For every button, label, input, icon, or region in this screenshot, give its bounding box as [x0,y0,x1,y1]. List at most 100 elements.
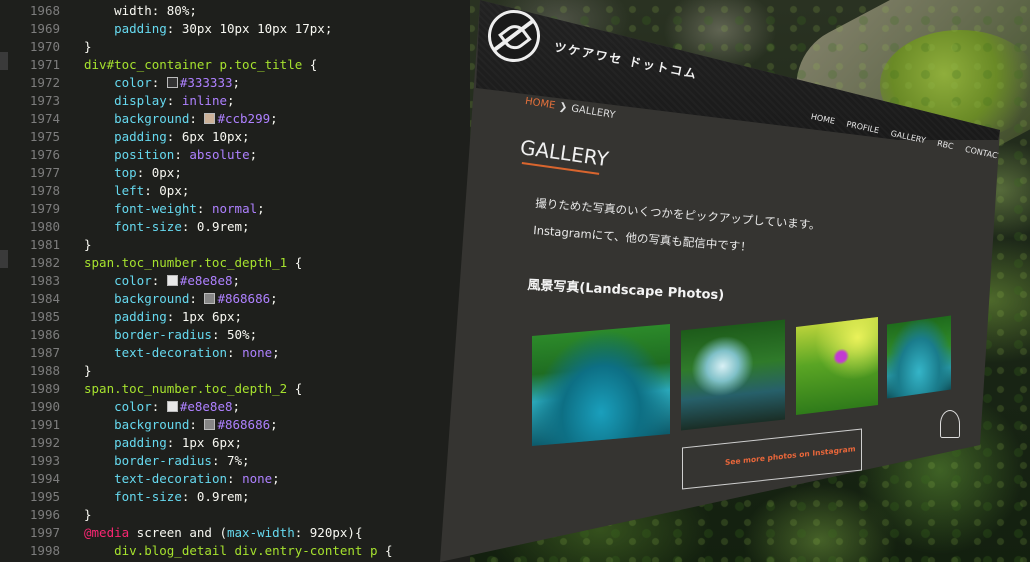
code-text: span.toc_number.toc_depth_1 { [84,254,302,272]
code-line[interactable]: 1994 text-decoration: none; [0,470,470,488]
code-line[interactable]: 1968 width: 80%; [0,2,470,20]
code-line[interactable]: 1976 position: absolute; [0,146,470,164]
code-line[interactable]: 1973 display: inline; [0,92,470,110]
code-token: max-width [227,525,295,540]
code-token: : [166,93,182,108]
code-token: color [114,273,152,288]
line-number: 1986 [29,327,60,342]
code-line[interactable]: 1982 span.toc_number.toc_depth_1 { [0,254,470,272]
code-line[interactable]: 1984 background: #868686; [0,290,470,308]
code-token: : 30px 10px 10px 17px; [166,21,333,36]
code-text: font-size: 0.9rem; [84,488,249,506]
code-text: padding: 1px 6px; [84,308,242,326]
line-number: 1988 [29,363,60,378]
gallery-photo-flower[interactable] [796,316,878,416]
code-line[interactable]: 1981} [0,236,470,254]
code-token: left [114,183,145,198]
code-token: #333333 [179,75,233,90]
gallery-photo-waterfall[interactable] [532,323,670,447]
code-line[interactable]: 1993 border-radius: 7%; [0,452,470,470]
line-number: 1972 [29,75,60,90]
code-line[interactable]: 1980 font-size: 0.9rem; [0,218,470,236]
code-line[interactable]: 1978 left: 0px; [0,182,470,200]
code-text: top: 0px; [84,164,182,182]
code-token: text-decoration [114,345,227,360]
code-line[interactable]: 1975 padding: 6px 10px; [0,128,470,146]
code-token: ; [249,147,258,162]
code-line[interactable]: 1977 top: 0px; [0,164,470,182]
code-line[interactable]: 1970} [0,38,470,56]
gallery-photo-river[interactable] [887,315,951,399]
line-number: 1996 [29,507,60,522]
code-token: background [114,291,190,306]
color-swatch-icon [204,293,216,304]
code-token: } [84,507,92,522]
code-token: : 50%; [211,327,258,342]
code-token: padding [114,21,167,36]
code-token: #e8e8e8 [179,273,233,288]
code-line[interactable]: 1971 div#toc_container p.toc_title { [0,56,470,74]
code-text: text-decoration: none; [84,344,280,362]
code-text: width: 80%; [84,2,197,20]
intro-text-2: Instagramにて、他の写真も配信中です！ [532,222,753,255]
code-line[interactable]: 1986 border-radius: 50%; [0,326,470,344]
code-line[interactable]: 1988} [0,362,470,380]
code-line[interactable]: 1996} [0,506,470,524]
code-line[interactable]: 1990 color: #e8e8e8; [0,398,470,416]
page-title: GALLERY [518,135,611,172]
line-number: 1998 [29,543,60,558]
code-line[interactable]: 1987 text-decoration: none; [0,344,470,362]
color-swatch-icon [204,419,216,430]
code-line[interactable]: 1991 background: #868686; [0,416,470,434]
code-line[interactable]: 1992 padding: 1px 6px; [0,434,470,452]
code-token: : 0px; [136,165,182,180]
color-swatch-icon [166,401,178,412]
code-line[interactable]: 1989 span.toc_number.toc_depth_2 { [0,380,470,398]
code-token: : [151,273,167,288]
nav-item-contact[interactable]: CONTACT [964,145,1000,162]
line-number: 1993 [29,453,60,468]
code-line[interactable]: 1985 padding: 1px 6px; [0,308,470,326]
code-token: : 920px){ [294,525,363,540]
breadcrumb-home[interactable]: HOME [524,96,556,112]
code-line[interactable]: 1974 background: #ccb299; [0,110,470,128]
code-token: @media [84,525,130,540]
code-token: : 1px 6px; [166,435,243,450]
code-token: padding [114,309,167,324]
code-token: font-size [114,489,182,504]
code-line[interactable]: 1969 padding: 30px 10px 10px 17px; [0,20,470,38]
code-line[interactable]: 1979 font-weight: normal; [0,200,470,218]
code-line[interactable]: 1998 div.blog_detail div.entry-content p… [0,542,470,560]
code-token: : [227,471,243,486]
gallery-photo-cascade[interactable] [681,319,785,431]
code-token: } [84,39,92,54]
code-editor[interactable]: 1968 width: 80%; 1969 padding: 30px 10px … [0,0,470,562]
code-text: color: #e8e8e8; [84,272,240,290]
nav-item-rbc[interactable]: RBC [936,139,954,151]
code-token: padding [114,435,167,450]
line-number: 1973 [29,93,60,108]
code-line[interactable]: 1983 color: #e8e8e8; [0,272,470,290]
code-token: border-radius [114,453,212,468]
code-token: #e8e8e8 [179,399,233,414]
line-number: 1982 [29,255,60,270]
code-token: color [114,75,152,90]
line-number: 1994 [29,471,60,486]
code-token: : [189,111,205,126]
code-line[interactable]: 1997 @media screen and (max-width: 920px)… [0,524,470,542]
code-line[interactable]: 1972 color: #333333; [0,74,470,92]
code-line[interactable]: 1995 font-size: 0.9rem; [0,488,470,506]
code-token: #868686 [217,417,271,432]
code-token: ; [270,111,278,126]
code-text: color: #333333; [84,74,240,92]
